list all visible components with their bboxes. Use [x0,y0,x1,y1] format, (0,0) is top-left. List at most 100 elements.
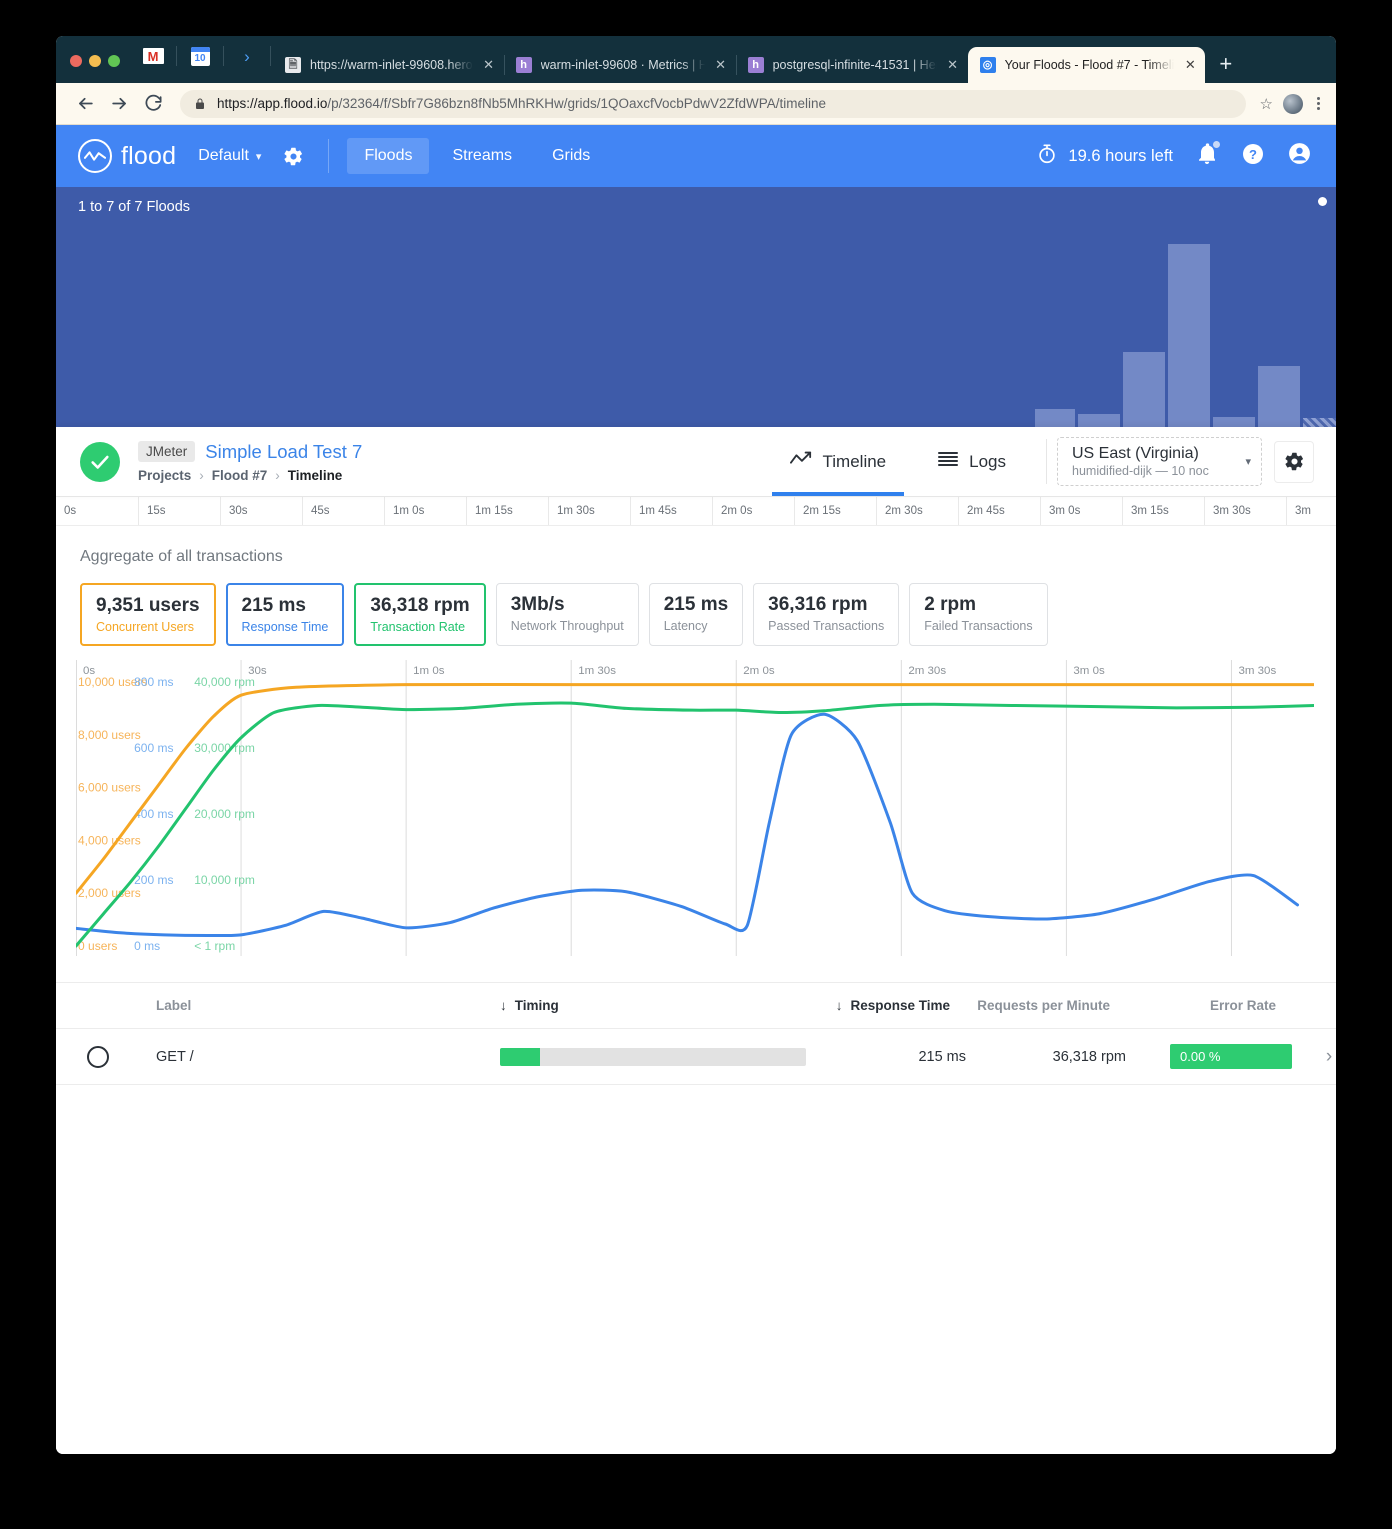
nav-link-streams[interactable]: Streams [435,138,529,174]
metric-card-passed-transactions[interactable]: 36,316 rpm Passed Transactions [753,583,900,646]
nav-link-floods[interactable]: Floods [347,138,430,174]
calendar-pinned-tab[interactable]: 10 [179,39,221,73]
flood-bar-1[interactable] [1035,409,1075,427]
error-rate-badge: 0.00 % [1170,1044,1292,1069]
browser-tab-strip: M 10 › 🗎 https://warm-inlet-99608.hero ✕… [56,36,1336,83]
browser-menu-button[interactable] [1313,97,1324,110]
browser-window: M 10 › 🗎 https://warm-inlet-99608.hero ✕… [56,36,1336,1454]
ruler-tick: 2m 15s [794,497,876,525]
breadcrumb-item-projects[interactable]: Projects [138,468,191,483]
metric-label: Failed Transactions [924,619,1033,633]
project-settings-button[interactable] [283,146,304,167]
browser-toolbar: https://app.flood.io/p/32364/f/Sbfr7G86b… [56,83,1336,125]
profile-avatar-icon[interactable] [1283,93,1303,114]
row-select-cell[interactable] [56,1045,140,1068]
check-icon [91,455,109,469]
svg-text:?: ? [1249,147,1257,162]
close-tab-button[interactable]: ✕ [481,57,497,73]
tab-logs[interactable]: Logs [912,427,1032,496]
gmail-pinned-tab[interactable]: M [132,39,174,73]
column-header-error-rate[interactable]: Error Rate [1110,998,1290,1013]
ruler-tick: 1m 15s [466,497,548,525]
pinned-tabs: M 10 › [132,39,273,83]
heroku-icon: h [515,57,532,73]
region-selector[interactable]: US East (Virginia) humidified-dijk — 10 … [1057,437,1262,486]
metric-card-transaction-rate[interactable]: 36,318 rpm Transaction Rate [354,583,486,646]
close-tab-button[interactable]: ✕ [945,57,961,73]
chevron-down-icon: ▾ [1245,456,1251,468]
table-row[interactable]: GET / 215 ms 36,318 rpm 0.00 % › [56,1029,1336,1085]
metric-value: 3Mb/s [510,594,565,615]
metric-card-concurrent-users[interactable]: 9,351 users Concurrent Users [80,583,216,646]
browser-tab-title: Your Floods - Flood #7 - Timeli [1004,58,1175,72]
breadcrumb: Projects › Flood #7 › Timeline [138,468,362,483]
timeline-ruler: 0s 15s 30s 45s 1m 0s 1m 15s 1m 30s 1m 45s 2m 0s 2… [56,497,1336,526]
aggregate-title: Aggregate of all transactions [80,548,283,565]
metric-card-response-time[interactable]: 215 ms Response Time [225,583,345,646]
metric-label: Transaction Rate [370,620,466,634]
help-button[interactable]: ? [1241,142,1265,171]
ruler-tick: 2m 30s [876,497,958,525]
reload-button[interactable] [136,89,170,119]
breadcrumb-item-flood[interactable]: Flood #7 [212,468,268,483]
ruler-tick: 2m 0s [712,497,794,525]
test-name-link[interactable]: Simple Load Test 7 [205,441,362,463]
close-window-button[interactable] [70,55,82,67]
chart-x-tick-label: 2m 30s [908,665,946,677]
flood-bar-7[interactable] [1303,418,1336,427]
tab-logs-label: Logs [969,451,1006,471]
new-tab-button[interactable]: + [1205,53,1246,83]
metric-value: 215 ms [663,594,729,615]
browser-tab-4-active[interactable]: ◎ Your Floods - Flood #7 - Timeli ✕ [967,47,1206,83]
flood-logo[interactable]: flood [78,139,176,173]
tab-timeline[interactable]: Timeline [764,427,913,496]
radio-icon[interactable] [87,1045,109,1068]
project-selector[interactable]: Default ▾ [198,147,261,165]
flood-bar-5[interactable] [1213,417,1255,427]
flood-bar-3[interactable] [1123,352,1165,427]
toolbar-actions: ☆ [1256,93,1324,114]
browser-tab-2[interactable]: h warm-inlet-99608 · Metrics | H ✕ [503,47,736,83]
flood-bar-6[interactable] [1258,366,1300,427]
metric-card-network-throughput[interactable]: 3Mb/s Network Throughput [495,583,639,646]
maximize-window-button[interactable] [108,55,120,67]
chart-y-tick-label: 30,000 rpm [194,741,255,755]
close-tab-button[interactable]: ✕ [1182,57,1198,73]
notifications-button[interactable] [1195,139,1221,171]
chevron-right-icon: › [244,46,250,66]
close-tab-button[interactable]: ✕ [713,57,729,73]
flood-point-marker[interactable] [1318,197,1327,206]
address-bar[interactable]: https://app.flood.io/p/32364/f/Sbfr7G86b… [180,89,1246,118]
nav-link-grids[interactable]: Grids [535,138,607,174]
browser-tab-title: https://warm-inlet-99608.hero [310,58,473,72]
back-button[interactable] [68,89,102,119]
timing-bar-track [500,1047,806,1066]
list-icon [938,451,959,472]
ruler-tick: 3m [1286,497,1336,525]
row-expand-button[interactable]: › [1306,1046,1336,1068]
line-chart-icon [789,451,812,472]
forward-button[interactable] [102,89,136,119]
bookmark-star-icon[interactable]: ☆ [1260,95,1273,113]
pinned-tabs-overflow-button[interactable]: › [226,39,268,73]
floods-bar-chart [56,187,1336,427]
metric-card-failed-transactions[interactable]: 2 rpm Failed Transactions [909,583,1048,646]
notification-badge [1212,139,1221,149]
column-header-response-time[interactable]: ↓ Response Time [790,998,950,1013]
column-header-timing[interactable]: ↓ Timing [500,998,559,1013]
account-button[interactable] [1287,141,1312,171]
flood-bar-2[interactable] [1078,414,1120,427]
flood-settings-button[interactable] [1274,440,1314,483]
timeline-chart: 30s 1m 0s 1m 30s 2m 0s 2m 30s 3m 0s 3m 30s 0s 0 … [76,660,1314,978]
column-header-label[interactable]: Label [140,998,500,1013]
ruler-tick: 45s [302,497,384,525]
minimize-window-button[interactable] [89,55,101,67]
metric-card-latency[interactable]: 215 ms Latency [648,583,744,646]
browser-tab-3[interactable]: h postgresql-infinite-41531 | Her ✕ [735,47,968,83]
chart-y-tick-label: 200 ms [134,873,173,887]
header-divider [1046,439,1047,484]
flood-bar-4[interactable] [1168,244,1210,427]
browser-tab-1[interactable]: 🗎 https://warm-inlet-99608.hero ✕ [273,47,504,83]
gmail-icon: M [142,48,164,64]
column-header-rpm[interactable]: Requests per Minute [950,998,1110,1013]
